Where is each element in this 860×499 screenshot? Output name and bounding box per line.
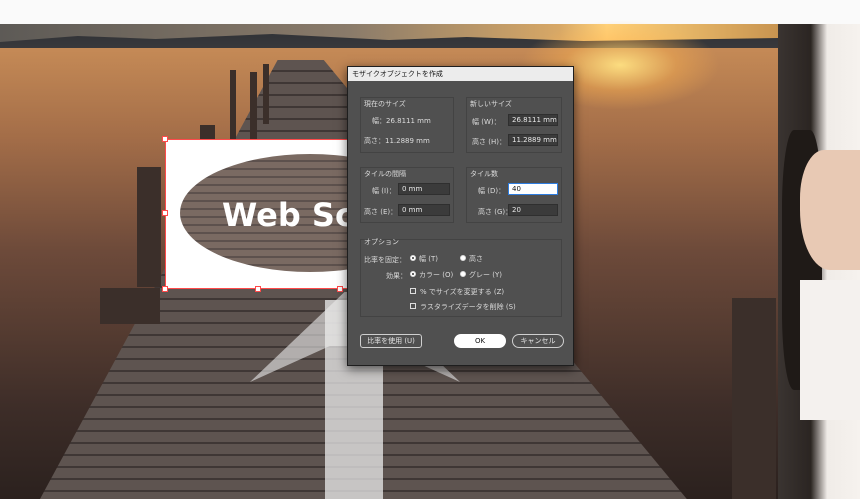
pier-crossbeam <box>100 288 160 324</box>
tile-spacing-label: タイルの間隔 <box>364 170 406 178</box>
tile-spacing-width-field[interactable]: 0 mm <box>398 183 450 195</box>
options-label: オプション <box>364 238 399 246</box>
tile-count-height-field[interactable]: 20 <box>508 204 558 216</box>
resize-percent-label: % でサイズを変更する (Z) <box>420 288 505 296</box>
right-photo-face <box>800 150 860 270</box>
resize-percent-checkbox[interactable] <box>410 288 416 294</box>
new-height-field[interactable]: 11.2889 mm <box>508 134 558 146</box>
selection-handle[interactable] <box>162 136 168 142</box>
right-photo-shirt <box>800 280 860 420</box>
tile-count-height-label: 高さ (G)： <box>478 208 513 216</box>
effect-label: 効果： <box>386 272 407 280</box>
ratio-width-radio[interactable] <box>410 255 416 261</box>
ratio-height-label: 高さ <box>469 255 483 263</box>
pier-post <box>230 70 236 150</box>
ok-button[interactable]: OK <box>454 334 506 348</box>
top-strip <box>0 0 860 24</box>
selection-handle[interactable] <box>337 286 343 292</box>
delete-raster-checkbox[interactable] <box>410 303 416 309</box>
tile-count-width-label: 幅 (D)： <box>478 187 506 195</box>
effect-color-label: カラー (O) <box>419 271 454 279</box>
use-ratio-button[interactable]: 比率を使用 (U) <box>360 334 422 348</box>
pier-post-left <box>137 167 161 287</box>
new-width-label: 幅 (W)： <box>472 118 501 126</box>
current-width: 幅：26.8111 mm <box>372 117 431 125</box>
pier-post <box>250 72 257 142</box>
pier-post-right <box>732 298 776 499</box>
new-height-label: 高さ (H)： <box>472 138 506 146</box>
current-height: 高さ：11.2889 mm <box>364 137 430 145</box>
dialog-title: モザイクオブジェクトを作成 <box>348 67 573 81</box>
selected-mosaic-object[interactable]: Web Sc <box>165 139 351 289</box>
effect-gray-label: グレー (Y) <box>469 271 502 279</box>
logo-text: Web Sc <box>222 196 351 234</box>
delete-raster-label: ラスタライズデータを削除 (S) <box>420 303 516 311</box>
tile-count-width-field[interactable]: 40 <box>508 183 558 195</box>
ratio-height-radio[interactable] <box>460 255 466 261</box>
ratio-label: 比率を固定： <box>364 256 406 264</box>
create-mosaic-dialog: モザイクオブジェクトを作成 現在のサイズ 幅：26.8111 mm 高さ：11.… <box>347 66 574 366</box>
cancel-button[interactable]: キャンセル <box>512 334 564 348</box>
tile-spacing-height-label: 高さ (E)： <box>364 208 398 216</box>
new-size-label: 新しいサイズ <box>470 100 512 108</box>
tile-count-label: タイル数 <box>470 170 498 178</box>
tile-spacing-height-field[interactable]: 0 mm <box>398 204 450 216</box>
pier-post <box>263 64 269 124</box>
new-width-field[interactable]: 26.8111 mm <box>508 114 558 126</box>
selection-handle[interactable] <box>162 286 168 292</box>
current-size-label: 現在のサイズ <box>364 100 406 108</box>
ratio-width-label: 幅 (T) <box>419 255 438 263</box>
effect-color-radio[interactable] <box>410 271 416 277</box>
selection-handle[interactable] <box>255 286 261 292</box>
effect-gray-radio[interactable] <box>460 271 466 277</box>
tile-spacing-width-label: 幅 (I)： <box>372 187 396 195</box>
selection-handle[interactable] <box>162 210 168 216</box>
